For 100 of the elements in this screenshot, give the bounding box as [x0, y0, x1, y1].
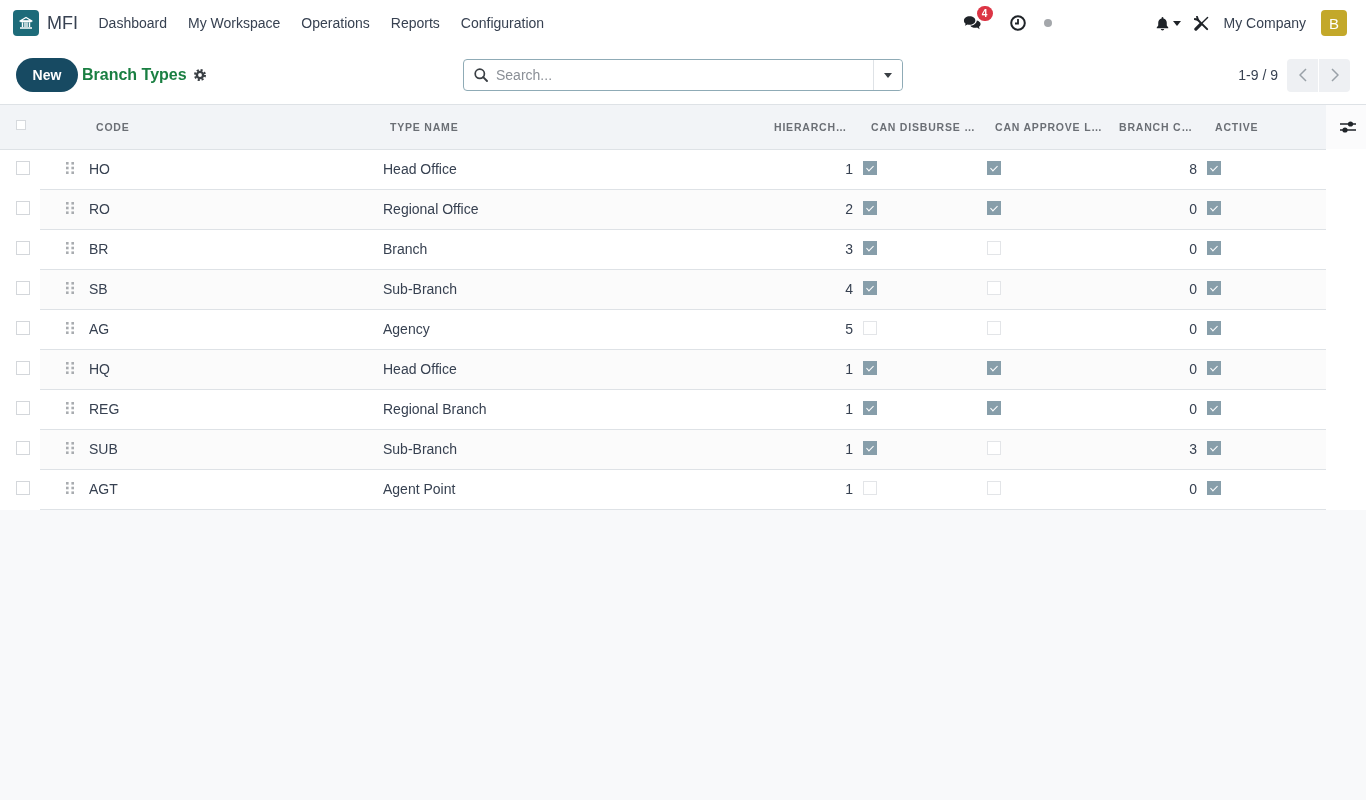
- pager-range[interactable]: 1-9 / 9: [1238, 67, 1278, 83]
- checkbox[interactable]: [863, 281, 877, 295]
- grip-dots-icon[interactable]: [66, 282, 74, 294]
- checkbox[interactable]: [987, 161, 1001, 175]
- row-checkbox[interactable]: [16, 281, 30, 295]
- checkbox[interactable]: [1207, 241, 1221, 255]
- row-checkbox[interactable]: [16, 201, 30, 215]
- grip-dots-icon[interactable]: [66, 402, 74, 414]
- row-checkbox[interactable]: [16, 361, 30, 375]
- table-cell: 8: [1105, 149, 1201, 189]
- app-name[interactable]: MFI: [47, 12, 78, 34]
- table-cell: HQ: [82, 349, 376, 389]
- table-cell: Head Office: [376, 149, 760, 189]
- checkbox[interactable]: [863, 401, 877, 415]
- table-cell: Sub-Branch: [376, 429, 760, 469]
- row-checkbox[interactable]: [16, 161, 30, 176]
- checkbox[interactable]: [987, 401, 1001, 415]
- grip-dots-icon[interactable]: [66, 482, 74, 494]
- table-cell: SUB: [82, 429, 376, 469]
- table-cell: 2: [760, 189, 857, 229]
- search-field[interactable]: Search...: [463, 59, 903, 91]
- table-cell: 0: [1105, 229, 1201, 269]
- grip-dots-icon[interactable]: [66, 362, 74, 374]
- checkbox[interactable]: [1207, 321, 1221, 335]
- checkbox[interactable]: [987, 201, 1001, 215]
- table-cell: Regional Branch: [376, 389, 760, 429]
- table-cell: Regional Office: [376, 189, 760, 229]
- caret-icon[interactable]: [1172, 20, 1181, 26]
- table-cell: 3: [760, 229, 857, 269]
- row-checkbox[interactable]: [16, 401, 30, 415]
- previous-page-button[interactable]: [1287, 58, 1318, 92]
- clock-icon[interactable]: [1009, 15, 1026, 31]
- column-header[interactable]: BRANCH C…: [1105, 105, 1201, 149]
- row-checkbox[interactable]: [16, 441, 30, 455]
- checkbox[interactable]: [863, 201, 877, 215]
- checkbox[interactable]: [1207, 441, 1221, 455]
- chevron-left-icon: [1298, 68, 1307, 82]
- bank-building-icon[interactable]: [13, 10, 39, 36]
- table-cell: 1: [760, 149, 857, 189]
- column-header[interactable]: TYPE NAME: [376, 105, 760, 149]
- table-cell: AGT: [82, 469, 376, 509]
- select-all-checkbox[interactable]: [16, 119, 26, 130]
- checkbox[interactable]: [863, 161, 877, 175]
- table-cell: 0: [1105, 349, 1201, 389]
- grip-dots-icon[interactable]: [66, 322, 74, 334]
- menu-item[interactable]: Operations: [290, 15, 381, 31]
- table-cell: 0: [1105, 389, 1201, 429]
- checkbox[interactable]: [1207, 201, 1221, 215]
- column-header[interactable]: CAN DISBURSE …: [857, 105, 981, 149]
- menu-item[interactable]: Configuration: [450, 15, 555, 31]
- checkbox[interactable]: [987, 361, 1001, 375]
- table-cell: 0: [1105, 469, 1201, 509]
- chat-bubbles-icon[interactable]: [962, 15, 982, 31]
- checkbox[interactable]: [1207, 361, 1221, 375]
- search-options-button[interactable]: [873, 60, 902, 90]
- sliders-icon[interactable]: [1340, 120, 1356, 134]
- checkbox[interactable]: [1207, 481, 1221, 495]
- table-cell: Agency: [376, 309, 760, 349]
- wrench-screwdriver-icon[interactable]: [1193, 15, 1209, 31]
- bell-icon[interactable]: [1155, 15, 1169, 31]
- table-cell: Agent Point: [376, 469, 760, 509]
- table-cell: 1: [760, 389, 857, 429]
- grip-dots-icon[interactable]: [66, 202, 74, 214]
- next-page-button[interactable]: [1319, 58, 1350, 92]
- checkbox[interactable]: [863, 361, 877, 375]
- table-cell: REG: [82, 389, 376, 429]
- table-cell: HO: [82, 149, 376, 189]
- new-button[interactable]: New: [16, 58, 78, 92]
- grip-dots-icon[interactable]: [66, 442, 74, 454]
- unread-count-badge: 4: [976, 6, 993, 21]
- company-name[interactable]: My Company: [1223, 15, 1306, 31]
- row-checkbox[interactable]: [16, 241, 30, 255]
- search-input[interactable]: Search...: [496, 61, 873, 89]
- grip-dots-icon[interactable]: [66, 242, 74, 254]
- grip-dots-icon[interactable]: [66, 162, 74, 174]
- row-checkbox[interactable]: [16, 481, 30, 495]
- menu-item[interactable]: Reports: [380, 15, 451, 31]
- table-cell: Sub-Branch: [376, 269, 760, 309]
- gear-icon[interactable]: [193, 69, 206, 81]
- table-cell: 3: [1105, 429, 1201, 469]
- checkbox[interactable]: [863, 441, 877, 455]
- row-checkbox[interactable]: [16, 321, 30, 335]
- menu-item[interactable]: My Workspace: [177, 15, 291, 31]
- table-cell: BR: [82, 229, 376, 269]
- checkbox[interactable]: [1207, 401, 1221, 415]
- column-header[interactable]: HIERARCH…: [760, 105, 857, 149]
- column-header[interactable]: ACTIVE: [1201, 105, 1326, 149]
- table-cell: 0: [1105, 269, 1201, 309]
- table-cell: 1: [760, 429, 857, 469]
- column-header[interactable]: CODE: [82, 105, 376, 149]
- search-icon: [474, 68, 488, 82]
- checkbox[interactable]: [863, 241, 877, 255]
- status-dot-icon[interactable]: [1043, 19, 1052, 27]
- checkbox[interactable]: [1207, 281, 1221, 295]
- menu-item[interactable]: Dashboard: [88, 15, 178, 31]
- table-cell: 5: [760, 309, 857, 349]
- column-header[interactable]: CAN APPROVE L…: [981, 105, 1105, 149]
- table-cell: Branch: [376, 229, 760, 269]
- table-cell: RO: [82, 189, 376, 229]
- checkbox[interactable]: [1207, 161, 1221, 175]
